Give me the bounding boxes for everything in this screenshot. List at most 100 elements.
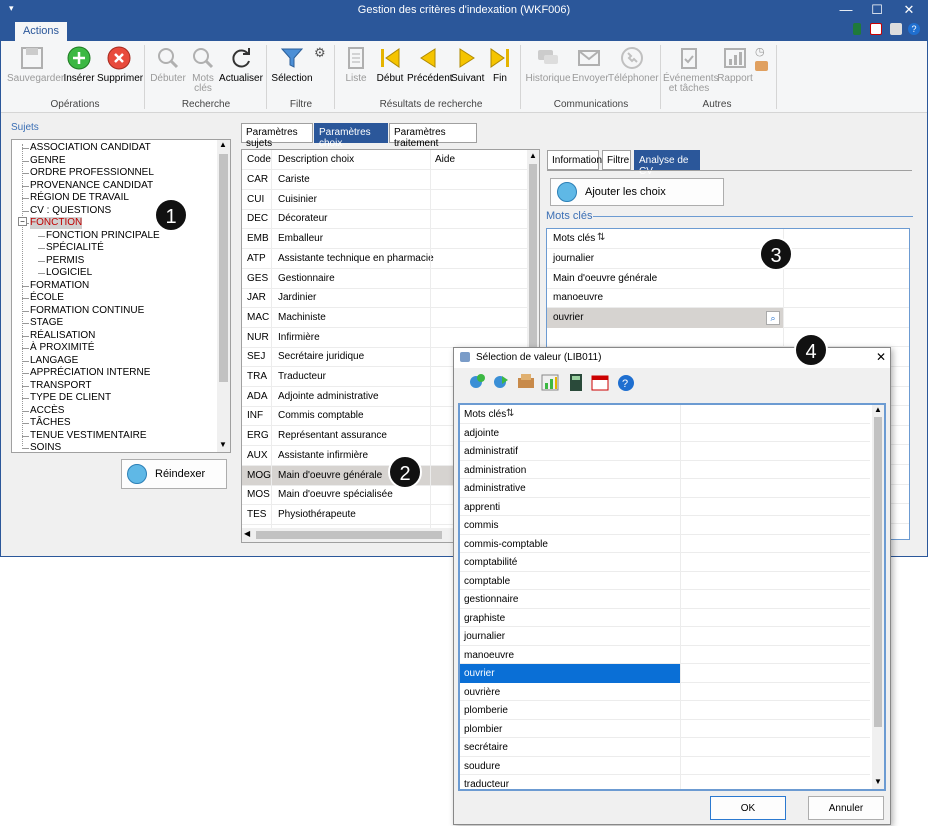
- list-item[interactable]: plombier: [460, 720, 870, 738]
- list-item[interactable]: journalier: [547, 249, 909, 269]
- list-item[interactable]: graphiste: [460, 609, 870, 627]
- ok-button[interactable]: OK: [710, 796, 786, 820]
- grid-hscroll-thumb[interactable]: [256, 531, 442, 539]
- tree-node[interactable]: GENRE: [30, 155, 66, 167]
- tree-node[interactable]: APPRÉCIATION INTERNE: [30, 367, 150, 379]
- list-item[interactable]: commis-comptable: [460, 535, 870, 553]
- table-row[interactable]: CAR Cariste: [242, 170, 527, 190]
- collapse-toggle-icon[interactable]: −: [18, 217, 27, 226]
- table-row[interactable]: DEC Décorateur: [242, 209, 527, 230]
- tree-node[interactable]: LANGAGE: [30, 355, 78, 367]
- report-button[interactable]: Rapport: [716, 45, 754, 84]
- calculator-icon[interactable]: [853, 23, 861, 35]
- filter-settings-gear-icon[interactable]: ⚙: [314, 45, 326, 61]
- list-item[interactable]: commis: [460, 516, 870, 535]
- table-row[interactable]: GES Gestionnaire: [242, 269, 527, 289]
- calendar-icon[interactable]: [870, 23, 882, 35]
- list-item[interactable]: ouvrier: [460, 664, 870, 683]
- sort-icon[interactable]: ⇅: [506, 408, 514, 419]
- keywords-search-button[interactable]: Mots clés: [189, 45, 217, 94]
- add-choices-button[interactable]: Ajouter les choix: [550, 178, 724, 206]
- calendar-icon[interactable]: [591, 375, 609, 391]
- list-item[interactable]: traducteur: [460, 775, 870, 789]
- col-keywords[interactable]: Mots clés: [553, 233, 595, 244]
- tree-node[interactable]: ÉCOLE: [30, 292, 64, 304]
- table-row[interactable]: NUR Infirmière: [242, 328, 527, 348]
- list-item[interactable]: administrative: [460, 479, 870, 498]
- chart-icon[interactable]: [541, 374, 559, 391]
- clock-icon[interactable]: ◷: [755, 45, 765, 58]
- tab-subject-params[interactable]: Paramètres sujets: [241, 123, 313, 149]
- send-button[interactable]: Envoyer: [572, 45, 609, 84]
- list-item[interactable]: comptable: [460, 572, 870, 590]
- sort-icon[interactable]: ⇅: [597, 232, 605, 243]
- list-item[interactable]: administratif: [460, 442, 870, 461]
- values-scroll-thumb[interactable]: [874, 417, 882, 727]
- list-button[interactable]: Liste: [339, 45, 373, 84]
- values-scrollbar[interactable]: ▲ ▼: [872, 405, 884, 789]
- save-button[interactable]: Sauvegarder: [7, 45, 64, 84]
- last-record-button[interactable]: Fin: [486, 45, 514, 84]
- search-nav-icon[interactable]: [494, 376, 508, 388]
- inbox-icon[interactable]: [518, 374, 534, 388]
- maximize-button[interactable]: ☐: [862, 2, 892, 18]
- list-item[interactable]: manoeuvre: [547, 288, 909, 309]
- tree-node[interactable]: RÉALISATION: [30, 330, 95, 342]
- tree-node[interactable]: STAGE: [30, 317, 63, 329]
- list-item[interactable]: apprenti: [460, 498, 870, 516]
- list-item[interactable]: manoeuvre: [460, 646, 870, 664]
- table-row[interactable]: MAC Machiniste: [242, 308, 527, 328]
- tree-node[interactable]: FONCTION PRINCIPALE: [46, 230, 160, 242]
- list-item[interactable]: comptabilité: [460, 553, 870, 572]
- minimize-button[interactable]: —: [831, 2, 861, 17]
- dialog-close-button[interactable]: ✕: [876, 350, 886, 364]
- tree-node[interactable]: ASSOCIATION CANDIDAT: [30, 142, 151, 154]
- tree-node[interactable]: ACCÈS: [30, 405, 64, 417]
- tree-node[interactable]: CV : QUESTIONS: [30, 205, 111, 217]
- tree-node[interactable]: FONCTION: [30, 217, 83, 229]
- tree-node[interactable]: ORDRE PROFESSIONNEL: [30, 167, 154, 179]
- tree-scrollbar[interactable]: ▲ ▼: [217, 140, 230, 452]
- tree-node[interactable]: PROVENANCE CANDIDAT: [30, 180, 153, 192]
- list-item[interactable]: ouvrière: [460, 683, 870, 701]
- list-item[interactable]: secrétaire: [460, 738, 870, 757]
- tab-actions[interactable]: Actions: [15, 22, 67, 41]
- selection-filter-button[interactable]: Sélection: [271, 45, 313, 84]
- tree-node[interactable]: À PROXIMITÉ: [30, 342, 94, 354]
- calculator-icon[interactable]: [570, 374, 582, 391]
- subjects-tree[interactable]: ASSOCIATION CANDIDAT GENRE ORDRE PROFESSIO…: [11, 139, 231, 453]
- col-description[interactable]: Description choix: [278, 154, 354, 165]
- tree-node[interactable]: RÉGION DE TRAVAIL: [30, 192, 129, 204]
- close-button[interactable]: ✕: [894, 2, 924, 18]
- print-icon[interactable]: [890, 23, 902, 35]
- list-item[interactable]: gestionnaire: [460, 590, 870, 609]
- table-row[interactable]: ATP Assistante technique en pharmacie: [242, 249, 527, 269]
- col-aide[interactable]: Aide: [435, 154, 455, 165]
- help-icon[interactable]: ?: [618, 375, 634, 391]
- list-item[interactable]: Main d'oeuvre générale: [547, 269, 909, 289]
- next-record-button[interactable]: Suivant: [451, 45, 484, 84]
- phone-button[interactable]: Téléphoner: [608, 45, 659, 84]
- list-item[interactable]: plomberie: [460, 701, 870, 720]
- table-row[interactable]: EMB Emballeur: [242, 229, 527, 250]
- scroll-down-icon[interactable]: ▼: [219, 440, 227, 449]
- table-row[interactable]: CUI Cuisinier: [242, 190, 527, 210]
- tab-processing-params[interactable]: Paramètres traitement: [389, 123, 477, 149]
- tree-node[interactable]: PERMIS: [46, 255, 84, 267]
- list-item[interactable]: adjointe: [460, 424, 870, 442]
- tree-scroll-thumb[interactable]: [219, 154, 228, 382]
- tab-filter[interactable]: Filtre: [602, 150, 631, 170]
- refresh-button[interactable]: Actualiser: [219, 45, 263, 84]
- tree-node[interactable]: TYPE DE CLIENT: [30, 392, 111, 404]
- tree-node[interactable]: LOGICIEL: [46, 267, 92, 279]
- search-add-icon[interactable]: [470, 374, 485, 388]
- scroll-down-icon[interactable]: ▼: [874, 777, 882, 786]
- list-item[interactable]: soudure: [460, 757, 870, 775]
- history-button[interactable]: Historique: [525, 45, 571, 84]
- events-tasks-button[interactable]: Événements et tâches: [663, 45, 719, 94]
- lookup-search-icon[interactable]: ⌕: [766, 310, 780, 325]
- inbox-icon[interactable]: [755, 61, 768, 71]
- delete-button[interactable]: Supprimer: [97, 45, 143, 84]
- tree-node[interactable]: FORMATION: [30, 280, 89, 292]
- table-row[interactable]: JAR Jardinier: [242, 288, 527, 309]
